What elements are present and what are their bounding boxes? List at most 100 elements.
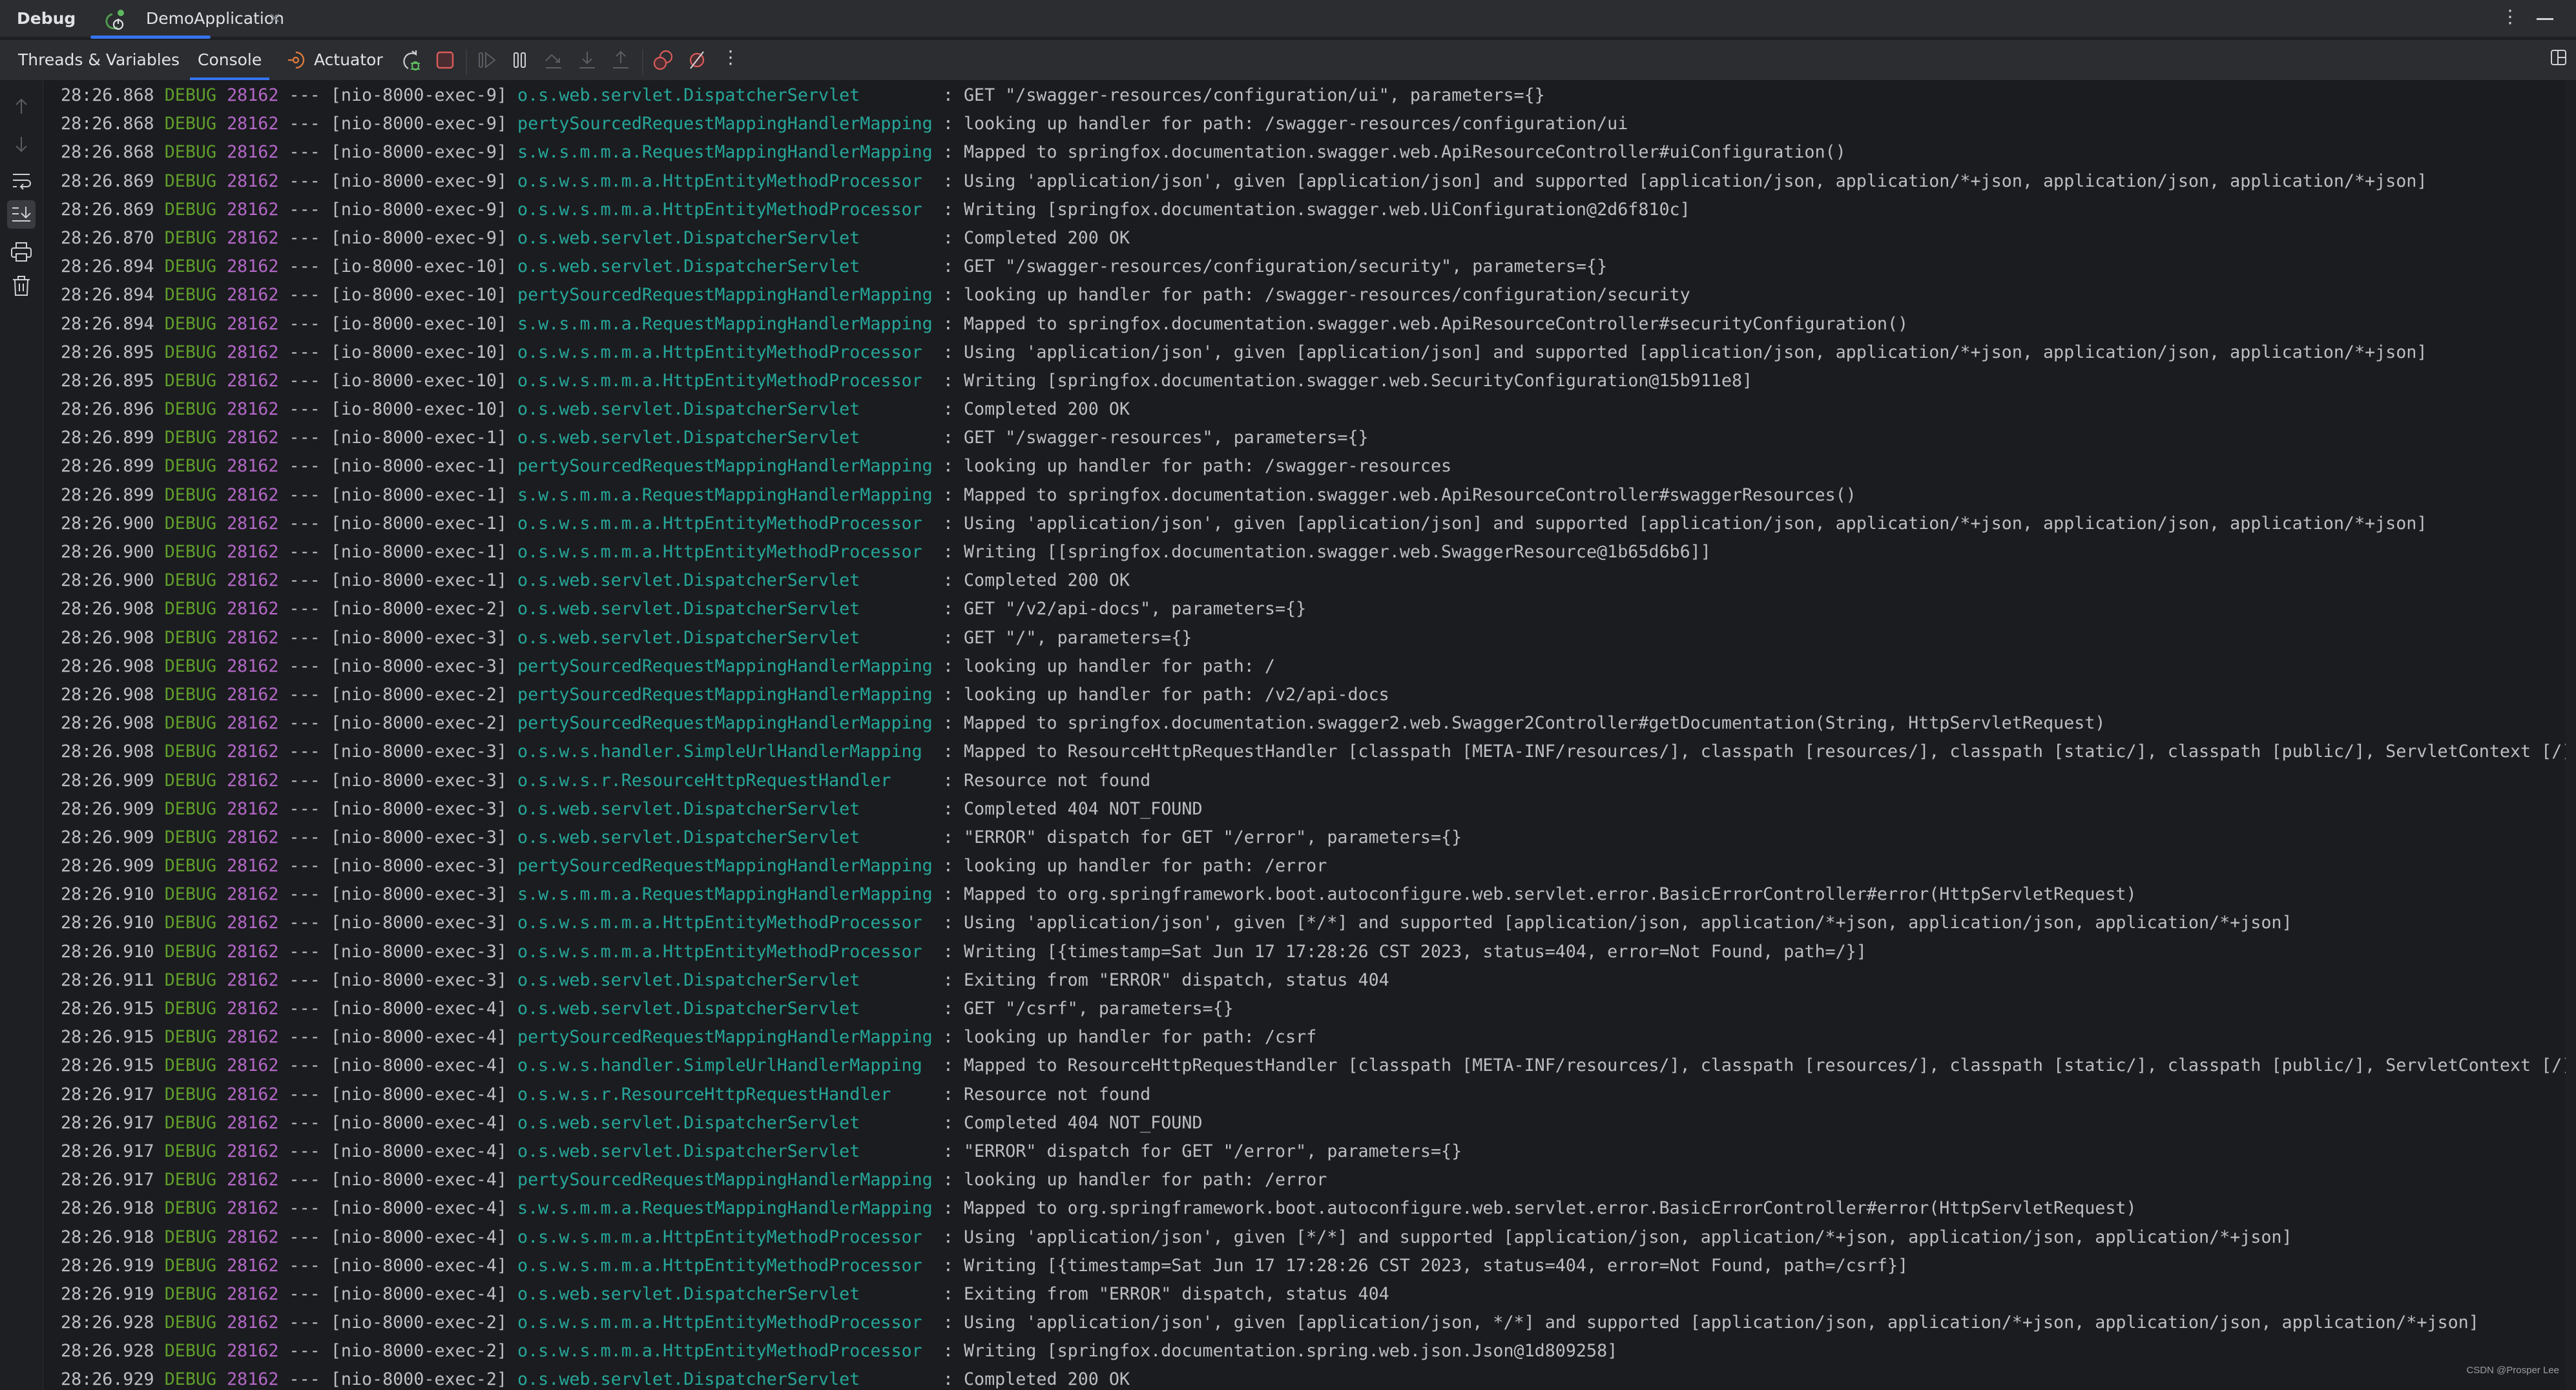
log-level: DEBUG: [164, 941, 217, 962]
log-pid: 28162: [227, 1141, 279, 1161]
scroll-up-icon[interactable]: [9, 94, 34, 119]
spring-debug-app-icon: [105, 10, 124, 30]
log-logger: o.s.web.servlet.DispatcherServlet: [517, 85, 933, 105]
log-level: DEBUG: [164, 542, 217, 562]
log-line: 28:26.917 DEBUG 28162 --- [nio-8000-exec…: [61, 1137, 2566, 1166]
log-logger: pertySourcedRequestMappingHandlerMapping: [517, 1027, 933, 1048]
log-logger: o.s.w.s.m.m.a.HttpEntityMethodProcessor: [517, 342, 933, 362]
log-separator: ---: [289, 1198, 320, 1219]
log-message: : "ERROR" dispatch for GET "/error", par…: [942, 1141, 1462, 1161]
vertical-scrollbar[interactable]: [2566, 80, 2576, 1390]
log-time: 28:26.894: [61, 285, 154, 306]
step-over-icon[interactable]: [543, 49, 565, 71]
pause-icon[interactable]: [509, 49, 531, 71]
log-level: DEBUG: [164, 1141, 217, 1161]
log-level: DEBUG: [164, 1341, 217, 1362]
log-level: DEBUG: [164, 484, 217, 505]
print-icon[interactable]: [9, 240, 34, 265]
log-thread: [nio-8000-exec-1]: [330, 484, 507, 505]
soft-wrap-icon[interactable]: [9, 168, 34, 192]
more-actions-icon[interactable]: ⋮: [720, 47, 742, 68]
log-line: 28:26.895 DEBUG 28162 --- [io-8000-exec-…: [61, 367, 2566, 395]
log-separator: ---: [289, 1227, 320, 1247]
log-logger: o.s.web.servlet.DispatcherServlet: [517, 627, 933, 648]
log-separator: ---: [289, 656, 320, 676]
scroll-to-end-icon[interactable]: [7, 200, 36, 229]
log-time: 28:26.928: [61, 1341, 154, 1362]
log-separator: ---: [289, 342, 320, 362]
log-separator: ---: [289, 114, 320, 134]
minimize-icon[interactable]: [2537, 18, 2553, 20]
session-tab-demoapplication[interactable]: DemoApplication ×: [90, 0, 296, 39]
log-message: : GET "/v2/api-docs", parameters={}: [942, 599, 1307, 619]
log-pid: 28162: [227, 342, 279, 362]
log-time: 28:26.899: [61, 484, 154, 505]
more-options-icon[interactable]: ⋮: [2501, 8, 2519, 26]
log-pid: 28162: [227, 1341, 279, 1362]
log-line: 28:26.900 DEBUG 28162 --- [nio-8000-exec…: [61, 538, 2566, 566]
layout-options-icon[interactable]: [2550, 49, 2567, 66]
log-pid: 28162: [227, 1112, 279, 1133]
log-level: DEBUG: [164, 1255, 217, 1276]
log-thread: [nio-8000-exec-4]: [330, 1255, 507, 1276]
rerun-debug-icon[interactable]: [400, 49, 422, 71]
log-time: 28:26.909: [61, 856, 154, 877]
log-logger: pertySourcedRequestMappingHandlerMapping: [517, 1170, 933, 1190]
log-level: DEBUG: [164, 1283, 217, 1304]
log-thread: [nio-8000-exec-9]: [330, 199, 507, 220]
log-separator: ---: [289, 513, 320, 534]
log-separator: ---: [289, 856, 320, 877]
log-thread: [nio-8000-exec-3]: [330, 970, 507, 990]
close-icon[interactable]: ×: [269, 10, 281, 26]
resume-icon[interactable]: [477, 49, 499, 71]
log-level: DEBUG: [164, 999, 217, 1019]
step-out-icon[interactable]: [610, 49, 632, 71]
log-line: 28:26.911 DEBUG 28162 --- [nio-8000-exec…: [61, 966, 2566, 995]
log-level: DEBUG: [164, 142, 217, 163]
log-pid: 28162: [227, 798, 279, 819]
clear-all-icon[interactable]: [9, 274, 34, 298]
log-pid: 28162: [227, 941, 279, 962]
tab-console[interactable]: Console: [190, 40, 270, 80]
tab-actuator[interactable]: Actuator: [314, 40, 383, 80]
log-message: : GET "/swagger-resources/configuration/…: [942, 85, 1545, 105]
tab-threads-variables[interactable]: Threads & Variables: [18, 40, 180, 80]
log-line: 28:26.868 DEBUG 28162 --- [nio-8000-exec…: [61, 138, 2566, 167]
log-logger: o.s.w.s.handler.SimpleUrlHandlerMapping: [517, 1055, 933, 1076]
log-message: : Resource not found: [942, 770, 1151, 791]
step-into-icon[interactable]: [576, 49, 598, 71]
log-line: 28:26.915 DEBUG 28162 --- [nio-8000-exec…: [61, 1023, 2566, 1052]
view-breakpoints-icon[interactable]: [652, 49, 674, 71]
log-line: 28:26.899 DEBUG 28162 --- [nio-8000-exec…: [61, 424, 2566, 452]
log-thread: [nio-8000-exec-3]: [330, 913, 507, 933]
log-level: DEBUG: [164, 342, 217, 362]
log-line: 28:26.928 DEBUG 28162 --- [nio-8000-exec…: [61, 1337, 2566, 1365]
log-pid: 28162: [227, 742, 279, 762]
log-thread: [nio-8000-exec-9]: [330, 142, 507, 163]
log-time: 28:26.868: [61, 114, 154, 134]
log-logger: o.s.w.s.m.m.a.HttpEntityMethodProcessor: [517, 199, 933, 220]
log-pid: 28162: [227, 570, 279, 591]
log-pid: 28162: [227, 1170, 279, 1190]
log-separator: ---: [289, 941, 320, 962]
log-pid: 28162: [227, 684, 279, 705]
log-message: : Exiting from "ERROR" dispatch, status …: [942, 1283, 1389, 1304]
log-thread: [nio-8000-exec-3]: [330, 941, 507, 962]
log-level: DEBUG: [164, 884, 217, 905]
log-pid: 28162: [227, 827, 279, 847]
mute-breakpoints-icon[interactable]: [686, 49, 708, 71]
log-thread: [io-8000-exec-10]: [330, 285, 507, 306]
log-logger: o.s.web.servlet.DispatcherServlet: [517, 1141, 933, 1161]
log-time: 28:26.908: [61, 684, 154, 705]
console-output[interactable]: 28:26.868 DEBUG 28162 --- [nio-8000-exec…: [43, 80, 2566, 1390]
log-thread: [nio-8000-exec-3]: [330, 827, 507, 847]
log-line: 28:26.917 DEBUG 28162 --- [nio-8000-exec…: [61, 1109, 2566, 1137]
log-time: 28:26.915: [61, 1055, 154, 1076]
log-separator: ---: [289, 399, 320, 420]
stop-icon[interactable]: [434, 49, 456, 71]
log-level: DEBUG: [164, 627, 217, 648]
log-line: 28:26.868 DEBUG 28162 --- [nio-8000-exec…: [61, 81, 2566, 110]
log-thread: [io-8000-exec-10]: [330, 370, 507, 391]
scroll-down-icon[interactable]: [9, 132, 34, 156]
console-gutter: [0, 80, 43, 1390]
